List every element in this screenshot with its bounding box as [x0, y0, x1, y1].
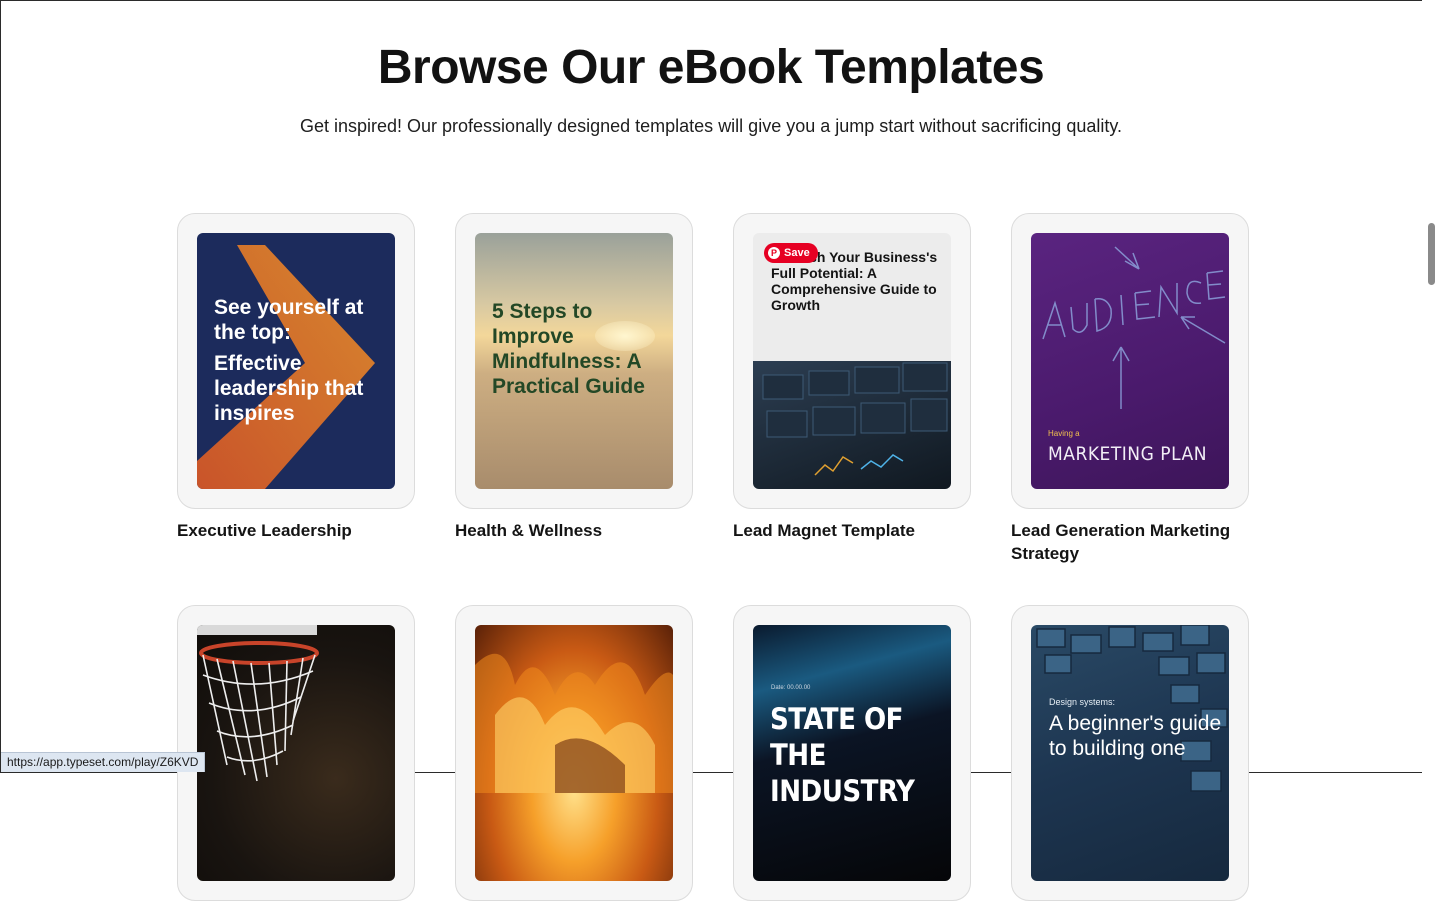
- chalk-sketch-graphic: [1042, 246, 1226, 409]
- template-title[interactable]: Health & Wellness: [455, 519, 705, 542]
- template-title[interactable]: Lead Generation Marketing Strategy: [1011, 519, 1261, 565]
- pinterest-save-label: Save: [784, 247, 810, 259]
- cover-headline: A beginner's guide to building one: [1049, 712, 1222, 760]
- template-cover-image[interactable]: See yourself at the top: Effective leade…: [197, 233, 395, 489]
- pinterest-save-button[interactable]: P Save: [764, 243, 818, 263]
- template-cover-image[interactable]: Design systems: A beginner's guide to bu…: [1031, 625, 1229, 881]
- template-card-executive-leadership[interactable]: See yourself at the top: Effective leade…: [177, 213, 415, 509]
- flames-graphic: [475, 653, 673, 793]
- template-card[interactable]: [177, 605, 415, 901]
- template-cover-image[interactable]: [197, 625, 395, 881]
- cover-kicker: Having a: [1048, 429, 1080, 438]
- cover-headline: 5 Steps to Improve Mindfulness: A Practi…: [492, 300, 645, 398]
- template-card[interactable]: [455, 605, 693, 901]
- cover-headline: STATE OF THE INDUSTRY: [770, 702, 915, 808]
- link-status-url: https://app.typeset.com/play/Z6KVD: [1, 752, 206, 772]
- cover-headline: MARKETING PLAN: [1048, 443, 1207, 465]
- template-title[interactable]: Lead Magnet Template: [733, 519, 983, 542]
- charts-graphic: [762, 362, 948, 476]
- template-cover-image[interactable]: Date: 00.00.00 STATE OF THE INDUSTRY: [753, 625, 951, 881]
- pinterest-icon: P: [768, 247, 780, 259]
- template-title[interactable]: Executive Leadership: [177, 519, 427, 542]
- template-cover-image[interactable]: [475, 625, 673, 881]
- template-cover-image[interactable]: 5 Steps to Improve Mindfulness: A Practi…: [475, 233, 673, 489]
- template-card[interactable]: Design systems: A beginner's guide to bu…: [1011, 605, 1249, 901]
- cover-date: Date: 00.00.00: [771, 685, 811, 691]
- template-cover-image[interactable]: P Save Unleash Your Business's Full Pote…: [753, 233, 951, 489]
- cover-kicker: Design systems:: [1049, 697, 1116, 707]
- page-title: Browse Our eBook Templates: [377, 41, 1045, 94]
- cover-headline: See yourself at the top:: [214, 296, 364, 344]
- template-cover-image[interactable]: Having a MARKETING PLAN: [1031, 233, 1229, 489]
- page-subtitle: Get inspired! Our professionally designe…: [299, 116, 1123, 136]
- vertical-scrollbar[interactable]: [1422, 0, 1440, 773]
- cover-subline: Effective leadership that inspires: [214, 352, 364, 425]
- scrollbar-thumb[interactable]: [1428, 223, 1435, 285]
- template-card-lead-magnet[interactable]: P Save Unleash Your Business's Full Pote…: [733, 213, 971, 509]
- template-card-lead-generation[interactable]: Having a MARKETING PLAN: [1011, 213, 1249, 509]
- basketball-hoop-graphic: [197, 625, 319, 782]
- template-card[interactable]: Date: 00.00.00 STATE OF THE INDUSTRY: [733, 605, 971, 901]
- template-card-health-wellness[interactable]: 5 Steps to Improve Mindfulness: A Practi…: [455, 213, 693, 509]
- blocks-graphic: [1036, 625, 1228, 792]
- dashboard-photo: [753, 361, 951, 489]
